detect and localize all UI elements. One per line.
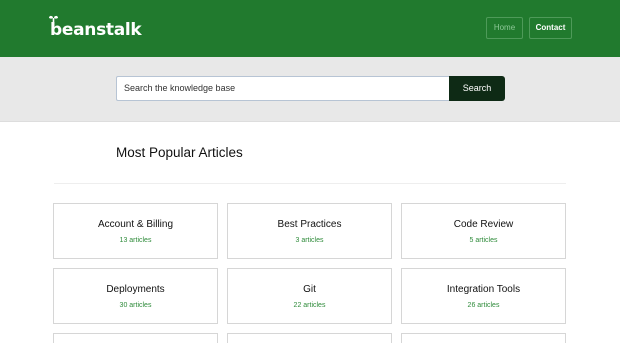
beanstalk-logo[interactable]: beanstalk	[48, 14, 142, 40]
category-count: 30 articles	[119, 302, 152, 309]
category-card-deployments[interactable]: Deployments 30 articles	[53, 268, 218, 324]
category-title: Integration Tools	[446, 284, 521, 295]
category-count: 3 articles	[295, 237, 324, 244]
category-title: Code Review	[453, 219, 514, 230]
category-count: 5 articles	[469, 237, 498, 244]
category-card-account-billing[interactable]: Account & Billing 13 articles	[53, 203, 218, 259]
category-title: Best Practices	[277, 219, 342, 230]
category-title: Deployments	[106, 284, 165, 295]
site-header: beanstalk Home Contact	[0, 0, 620, 57]
search-input[interactable]: Search the knowledge base	[116, 76, 450, 101]
category-card-partial[interactable]	[53, 333, 218, 343]
nav-home-button[interactable]: Home	[486, 17, 523, 39]
section-title: Most Popular Articles	[116, 145, 243, 160]
nav-contact-button[interactable]: Contact	[529, 17, 572, 39]
category-title: Account & Billing	[97, 219, 174, 230]
category-card-partial[interactable]	[227, 333, 392, 343]
divider	[54, 183, 566, 184]
category-card-git[interactable]: Git 22 articles	[227, 268, 392, 324]
category-card-best-practices[interactable]: Best Practices 3 articles	[227, 203, 392, 259]
search-button[interactable]: Search	[449, 76, 505, 101]
category-count: 26 articles	[467, 302, 500, 309]
category-card-integration-tools[interactable]: Integration Tools 26 articles	[401, 268, 566, 324]
category-count: 22 articles	[293, 302, 326, 309]
category-title: Git	[303, 284, 316, 295]
category-card-code-review[interactable]: Code Review 5 articles	[401, 203, 566, 259]
category-card-partial[interactable]	[401, 333, 566, 343]
leaf-sprout-icon	[49, 15, 58, 28]
category-count: 13 articles	[119, 237, 152, 244]
